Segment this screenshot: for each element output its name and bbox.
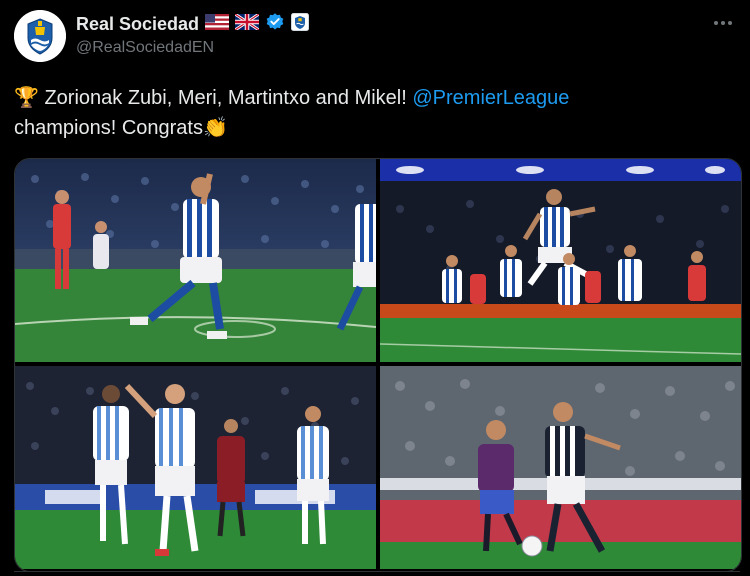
club-crest-icon xyxy=(14,10,66,62)
gallery-photo-1[interactable] xyxy=(15,159,376,362)
photo-4-image xyxy=(380,366,741,569)
gallery-photo-2[interactable] xyxy=(380,159,741,362)
author-name-row: Real Sociedad xyxy=(76,12,310,37)
club-affiliate-icon[interactable] xyxy=(291,12,310,36)
tweet-text-part-1: Zorionak Zubi, Meri, Martintxo and Mikel… xyxy=(38,87,413,109)
mention-link[interactable]: @PremierLeague xyxy=(412,87,569,109)
tweet-text-part-2: champions! Congrats xyxy=(14,117,203,139)
tweet-text: 🏆 Zorionak Zubi, Meri, Martintxo and Mik… xyxy=(14,83,734,143)
gallery-photo-3[interactable] xyxy=(15,366,376,569)
gallery-photo-4[interactable] xyxy=(380,366,741,569)
avatar[interactable] xyxy=(14,10,66,62)
divider xyxy=(14,571,740,572)
more-dot-icon xyxy=(714,21,718,25)
us-flag-icon xyxy=(205,13,230,35)
media-gallery xyxy=(14,158,742,572)
more-options-button[interactable] xyxy=(708,8,738,38)
photo-1-image xyxy=(15,159,376,362)
clapping-emoji: 👏 xyxy=(202,117,228,139)
trophy-emoji: 🏆 xyxy=(14,87,39,109)
uk-flag-icon xyxy=(234,12,260,35)
tweet: Real Sociedad @RealSociedadEN 🏆 Zorionak… xyxy=(0,0,750,576)
verified-badge-icon[interactable] xyxy=(265,12,285,37)
author-handle[interactable]: @RealSociedadEN xyxy=(76,39,214,57)
display-name[interactable]: Real Sociedad xyxy=(76,14,199,35)
photo-3-image xyxy=(15,366,376,569)
photo-2-image xyxy=(380,159,741,362)
